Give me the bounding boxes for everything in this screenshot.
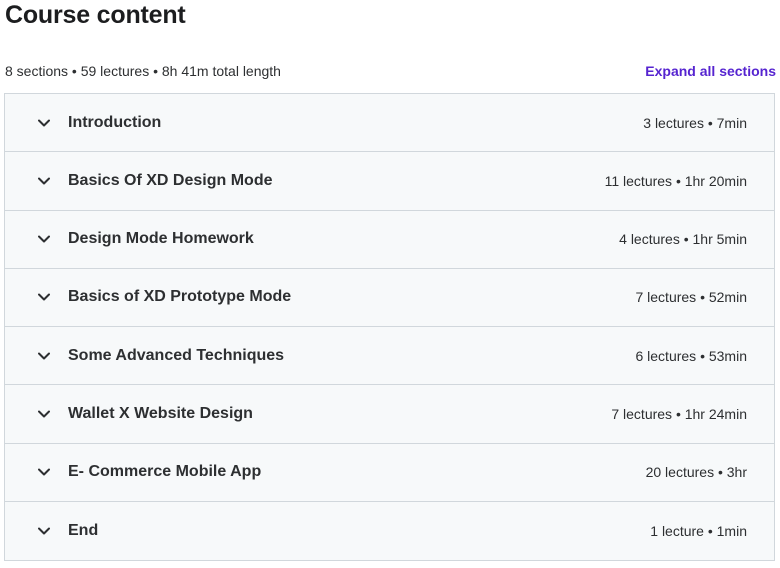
section-item[interactable]: Basics of XD Prototype Mode 7 lectures •… [5,268,774,327]
chevron-down-icon [37,232,51,246]
sections-accordion: Introduction 3 lectures • 7min Basics Of… [4,93,775,561]
section-title: Design Mode Homework [68,230,254,248]
chevron-down-icon [37,407,51,421]
section-meta: 20 lectures • 3hr [645,464,747,481]
course-summary-row: 8 sections • 59 lectures • 8h 41m total … [5,60,776,82]
chevron-down-icon [37,174,51,188]
chevron-down-icon [37,465,51,479]
section-item[interactable]: Introduction 3 lectures • 7min [5,94,774,153]
section-item[interactable]: Some Advanced Techniques 6 lectures • 53… [5,327,774,386]
section-title: Introduction [68,113,162,131]
section-meta: 7 lectures • 52min [635,289,747,306]
section-item[interactable]: Basics Of XD Design Mode 11 lectures • 1… [5,152,774,211]
section-item[interactable]: End 1 lecture • 1min [5,501,774,560]
section-title: Some Advanced Techniques [68,346,285,364]
section-title: Basics of XD Prototype Mode [68,288,292,306]
section-meta: 11 lectures • 1hr 20min [604,172,747,189]
chevron-down-icon [37,524,51,538]
section-title: End [68,521,99,539]
section-meta: 7 lectures • 1hr 24min [611,405,747,422]
section-item[interactable]: E- Commerce Mobile App 20 lectures • 3hr [5,443,774,502]
section-item[interactable]: Wallet X Website Design 7 lectures • 1hr… [5,385,774,444]
chevron-down-icon [37,349,51,363]
chevron-down-icon [37,116,51,130]
section-title: Basics Of XD Design Mode [68,171,273,189]
section-meta: 1 lecture • 1min [650,522,747,539]
section-meta: 3 lectures • 7min [643,114,747,131]
section-item[interactable]: Design Mode Homework 4 lectures • 1hr 5m… [5,210,774,269]
expand-all-sections-button[interactable]: Expand all sections [645,63,776,79]
section-meta: 6 lectures • 53min [635,347,747,364]
page-title: Course content [5,1,186,29]
chevron-down-icon [37,290,51,304]
section-title: E- Commerce Mobile App [68,463,262,481]
section-meta: 4 lectures • 1hr 5min [619,231,747,248]
course-summary: 8 sections • 59 lectures • 8h 41m total … [5,63,281,79]
section-title: Wallet X Website Design [68,404,253,422]
